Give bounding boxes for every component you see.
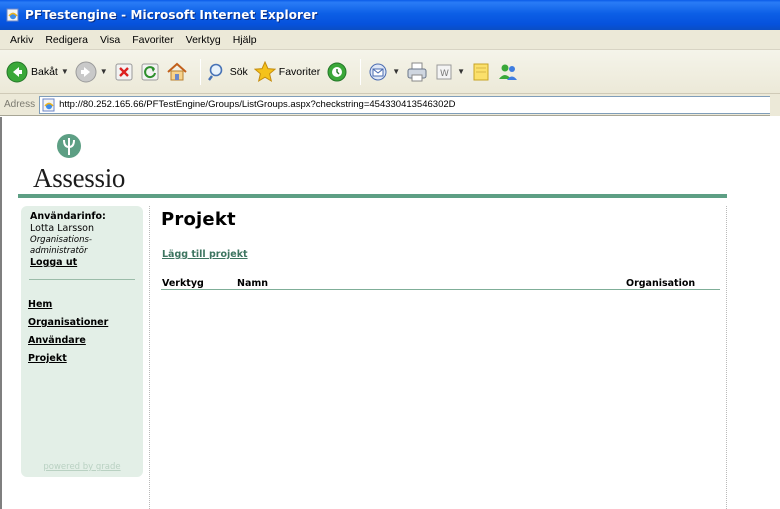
forward-button[interactable]: ▼ <box>75 61 108 83</box>
menu-bar: Arkiv Redigera Visa Favoriter Verktyg Hj… <box>0 30 780 50</box>
toolbar-separator <box>199 58 201 85</box>
browser-window: PFTestengine - Microsoft Internet Explor… <box>0 0 780 509</box>
toolbar-separator <box>360 58 362 85</box>
sidebar-divider <box>29 279 135 280</box>
content-right-divider <box>726 206 727 509</box>
ie-page-icon <box>6 8 19 22</box>
column-header-namn[interactable]: Namn <box>237 278 268 289</box>
mail-icon <box>369 63 387 80</box>
sidebar: Användarinfo: Lotta Larsson Organisation… <box>21 206 143 477</box>
print-icon <box>407 62 427 81</box>
powered-by-link[interactable]: powered by grade <box>21 462 143 472</box>
title-bar: PFTestengine - Microsoft Internet Explor… <box>0 0 780 30</box>
user-role: Organisations- <box>30 235 92 245</box>
favorites-button[interactable]: Favoriter <box>253 60 321 83</box>
address-url: http://80.252.165.66/PFTestEngine/Groups… <box>59 99 456 110</box>
print-button[interactable] <box>406 61 428 83</box>
user-name: Lotta Larsson <box>30 223 94 234</box>
logo-text: Assessio <box>33 163 126 193</box>
svg-text:W: W <box>440 69 449 79</box>
nav-link-projekt[interactable]: Projekt <box>28 353 67 364</box>
logout-link[interactable]: Logga ut <box>30 257 77 268</box>
back-dropdown-icon[interactable]: ▼ <box>61 67 69 76</box>
address-bar: Adress http://80.252.165.66/PFTestEngine… <box>0 94 780 116</box>
menu-verktyg[interactable]: Verktyg <box>180 34 227 46</box>
edit-dropdown-icon[interactable]: ▼ <box>457 67 465 76</box>
psi-logo-icon <box>57 134 81 158</box>
back-label: Bakåt <box>31 65 58 78</box>
history-icon <box>327 62 347 81</box>
table-header: Verktyg Namn Organisation <box>161 278 720 290</box>
address-label: Adress <box>4 99 36 110</box>
messenger-button[interactable] <box>497 61 519 83</box>
column-header-verktyg[interactable]: Verktyg <box>162 278 204 289</box>
refresh-icon <box>141 63 159 80</box>
home-button[interactable] <box>166 61 188 83</box>
ie-page-icon <box>42 98 55 111</box>
favorites-icon <box>253 60 276 82</box>
back-icon <box>6 61 28 82</box>
search-label: Sök <box>229 65 248 78</box>
address-bar-end <box>770 94 780 116</box>
column-header-organisation[interactable]: Organisation <box>626 278 695 289</box>
stop-button[interactable] <box>114 62 134 82</box>
menu-favoriter[interactable]: Favoriter <box>126 34 179 46</box>
stop-icon <box>115 63 133 80</box>
add-project-link[interactable]: Lägg till projekt <box>162 249 248 260</box>
menu-redigera[interactable]: Redigera <box>39 34 94 46</box>
user-role-cont: administratör <box>30 246 88 256</box>
content-divider <box>149 206 150 509</box>
edit-button[interactable]: W ▼ <box>434 62 465 82</box>
address-input[interactable]: http://80.252.165.66/PFTestEngine/Groups… <box>39 95 772 114</box>
history-button[interactable] <box>326 61 348 83</box>
nav-link-hem[interactable]: Hem <box>28 299 52 310</box>
search-button[interactable]: Sök <box>207 62 248 82</box>
search-icon <box>207 63 223 81</box>
assessio-logo: Assessio <box>33 133 143 193</box>
notes-button[interactable] <box>471 62 491 82</box>
favorites-label: Favoriter <box>278 65 321 78</box>
user-info-heading: Användarinfo: <box>30 211 106 222</box>
edit-icon: W <box>436 64 452 79</box>
page-title: Projekt <box>161 209 236 230</box>
menu-hjalp[interactable]: Hjälp <box>227 34 263 46</box>
back-button[interactable]: Bakåt ▼ <box>6 61 69 83</box>
forward-dropdown-icon[interactable]: ▼ <box>100 67 108 76</box>
mail-button[interactable]: ▼ <box>367 61 400 83</box>
menu-arkiv[interactable]: Arkiv <box>4 34 39 46</box>
notes-icon <box>473 63 489 80</box>
nav-link-organisationer[interactable]: Organisationer <box>28 317 108 328</box>
header-rule <box>18 194 727 198</box>
mail-dropdown-icon[interactable]: ▼ <box>392 67 400 76</box>
messenger-icon <box>499 64 518 80</box>
menu-visa[interactable]: Visa <box>94 34 126 46</box>
left-frame-border <box>0 117 7 509</box>
toolbar: Bakåt ▼ ▼ Sök Favoriter ▼ W ▼ <box>0 50 780 94</box>
window-title: PFTestengine - Microsoft Internet Explor… <box>25 8 318 22</box>
refresh-button[interactable] <box>140 62 160 82</box>
forward-icon <box>75 61 97 82</box>
nav-link-anvandare[interactable]: Användare <box>28 335 86 346</box>
home-icon <box>167 62 187 80</box>
